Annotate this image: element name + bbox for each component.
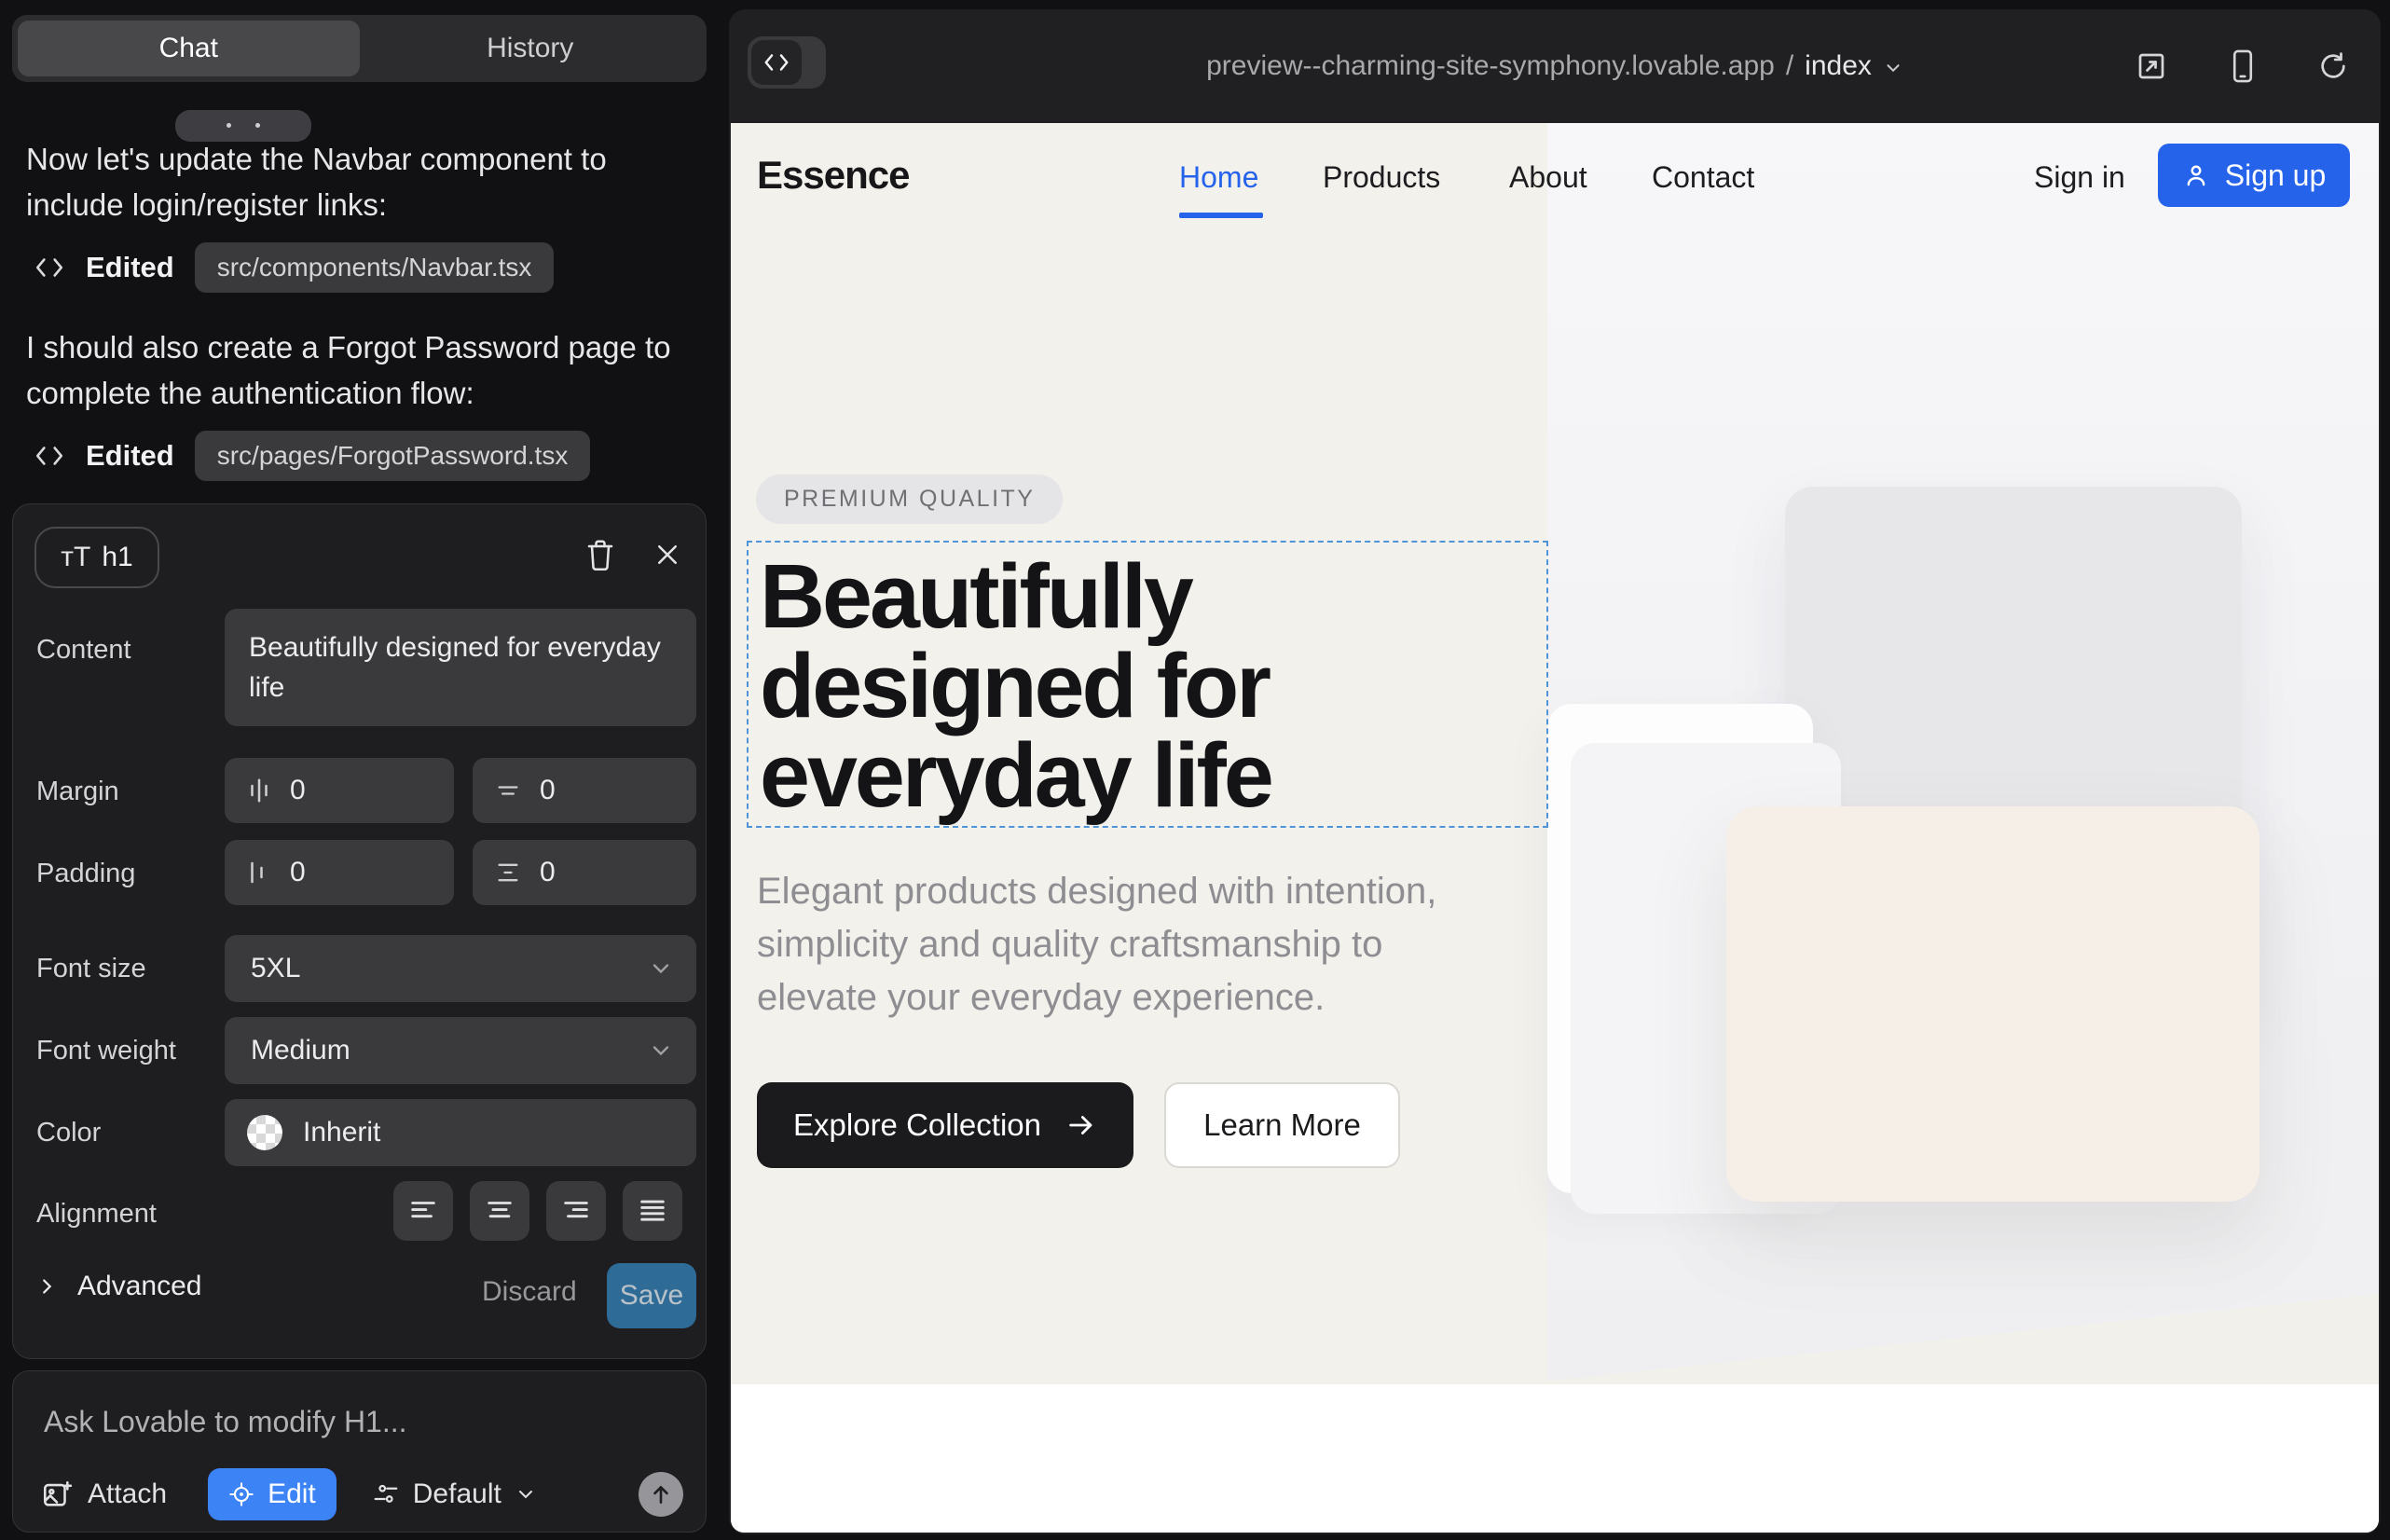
- font-weight-select[interactable]: Medium: [225, 1017, 696, 1084]
- margin-label: Margin: [36, 777, 119, 807]
- open-external-button[interactable]: [2135, 49, 2168, 83]
- align-center-button[interactable]: [470, 1181, 529, 1241]
- content-label: Content: [36, 635, 131, 666]
- learn-more-button[interactable]: Learn More: [1164, 1082, 1400, 1168]
- align-right-button[interactable]: [546, 1181, 606, 1241]
- chat-message: I should also create a Forgot Password p…: [26, 324, 679, 416]
- app-window: Chat History Now let's update the Navbar…: [0, 0, 2390, 1540]
- color-swatch: [247, 1115, 282, 1150]
- margin-vertical-icon: [495, 778, 521, 803]
- attach-button[interactable]: Attach: [41, 1478, 167, 1510]
- chat-history-tabs: Chat History: [12, 15, 707, 82]
- chat-message: Now let's update the Navbar component to…: [26, 136, 679, 227]
- tab-history[interactable]: History: [360, 21, 702, 76]
- padding-label: Padding: [36, 859, 135, 889]
- next-section: [731, 1384, 2379, 1533]
- selected-element-tag: тT h1: [34, 527, 159, 588]
- explore-collection-button[interactable]: Explore Collection: [757, 1082, 1133, 1168]
- align-justify-button[interactable]: [623, 1181, 682, 1241]
- code-icon: [34, 254, 65, 282]
- tab-chat[interactable]: Chat: [18, 21, 360, 76]
- url-page: index: [1805, 50, 1872, 82]
- url-bar[interactable]: preview--charming-site-symphony.lovable.…: [1009, 9, 2101, 123]
- nav-link-contact[interactable]: Contact: [1652, 160, 1754, 195]
- hero-paragraph: Elegant products designed with intention…: [757, 865, 1512, 1024]
- prompt-composer: Ask Lovable to modify H1... Attach Edit …: [12, 1370, 707, 1533]
- code-view-toggle[interactable]: [748, 36, 826, 89]
- code-icon: [751, 40, 802, 85]
- content-input[interactable]: Beautifully designed for everyday life: [225, 609, 696, 726]
- padding-horizontal-icon: [247, 859, 271, 887]
- margin-y-input[interactable]: 0: [473, 758, 696, 823]
- advanced-toggle[interactable]: Advanced: [36, 1271, 201, 1302]
- arrow-right-icon: [1065, 1109, 1097, 1141]
- file-badge[interactable]: src/pages/ForgotPassword.tsx: [195, 431, 591, 481]
- padding-x-input[interactable]: 0: [225, 840, 454, 905]
- margin-x-input[interactable]: 0: [225, 758, 454, 823]
- close-panel-button[interactable]: [647, 534, 688, 575]
- font-size-select[interactable]: 5XL: [225, 935, 696, 1002]
- color-label: Color: [36, 1118, 101, 1148]
- attach-image-icon: [41, 1478, 73, 1510]
- save-button[interactable]: Save: [607, 1263, 696, 1328]
- font-weight-label: Font weight: [36, 1036, 176, 1066]
- prompt-input[interactable]: Ask Lovable to modify H1...: [44, 1405, 407, 1439]
- user-icon: [2182, 161, 2210, 189]
- edited-file-row: Edited src/components/Navbar.tsx: [34, 242, 554, 293]
- padding-y-input[interactable]: 0: [473, 840, 696, 905]
- browser-chrome: preview--charming-site-symphony.lovable.…: [729, 9, 2381, 123]
- active-nav-underline: [1179, 213, 1263, 218]
- refresh-button[interactable]: [2317, 50, 2349, 82]
- discard-button[interactable]: Discard: [482, 1276, 577, 1308]
- edit-mode-button[interactable]: Edit: [208, 1468, 337, 1520]
- alignment-label: Alignment: [36, 1199, 157, 1230]
- target-icon: [228, 1481, 254, 1507]
- element-inspector-panel: тT h1 Content Beautifully designed for e…: [12, 503, 707, 1359]
- decorative-card-cream: [1726, 806, 2260, 1202]
- edited-label: Edited: [86, 439, 174, 473]
- premium-quality-badge: PREMIUM QUALITY: [756, 474, 1063, 524]
- send-button[interactable]: [639, 1472, 683, 1517]
- margin-horizontal-icon: [247, 777, 271, 804]
- sign-up-button[interactable]: Sign up: [2158, 144, 2350, 207]
- tag-name: h1: [102, 542, 132, 573]
- type-icon: тT: [61, 542, 90, 573]
- site-viewport: Essence Home Products About Contact Sign…: [731, 123, 2379, 1533]
- nav-link-products[interactable]: Products: [1323, 160, 1440, 195]
- edited-label: Edited: [86, 251, 174, 284]
- hero-heading[interactable]: Beautifully designed for everyday life: [760, 552, 1271, 820]
- code-icon: [34, 442, 65, 470]
- align-left-button[interactable]: [393, 1181, 453, 1241]
- sign-in-link[interactable]: Sign in: [2034, 160, 2125, 195]
- edited-file-row: Edited src/pages/ForgotPassword.tsx: [34, 431, 590, 481]
- url-separator: /: [1786, 50, 1793, 82]
- chevron-down-icon: [1883, 58, 1903, 78]
- color-select[interactable]: Inherit: [225, 1099, 696, 1166]
- font-size-label: Font size: [36, 954, 146, 984]
- mode-select[interactable]: Default: [372, 1478, 537, 1510]
- site-logo[interactable]: Essence: [757, 153, 909, 198]
- url-domain: preview--charming-site-symphony.lovable.…: [1206, 50, 1775, 82]
- chevron-down-icon: [515, 1483, 537, 1506]
- nav-link-about[interactable]: About: [1509, 160, 1587, 195]
- chevron-down-icon: [648, 1038, 674, 1064]
- mobile-view-button[interactable]: [2228, 48, 2258, 84]
- padding-vertical-icon: [495, 859, 521, 886]
- file-badge[interactable]: src/components/Navbar.tsx: [195, 242, 555, 293]
- preview-browser: preview--charming-site-symphony.lovable.…: [729, 9, 2381, 1534]
- nav-link-home[interactable]: Home: [1179, 160, 1258, 195]
- delete-element-button[interactable]: [580, 534, 621, 575]
- chevron-down-icon: [648, 956, 674, 982]
- site-navbar: Essence Home Products About Contact Sign…: [731, 123, 2379, 263]
- sliders-icon: [372, 1480, 400, 1508]
